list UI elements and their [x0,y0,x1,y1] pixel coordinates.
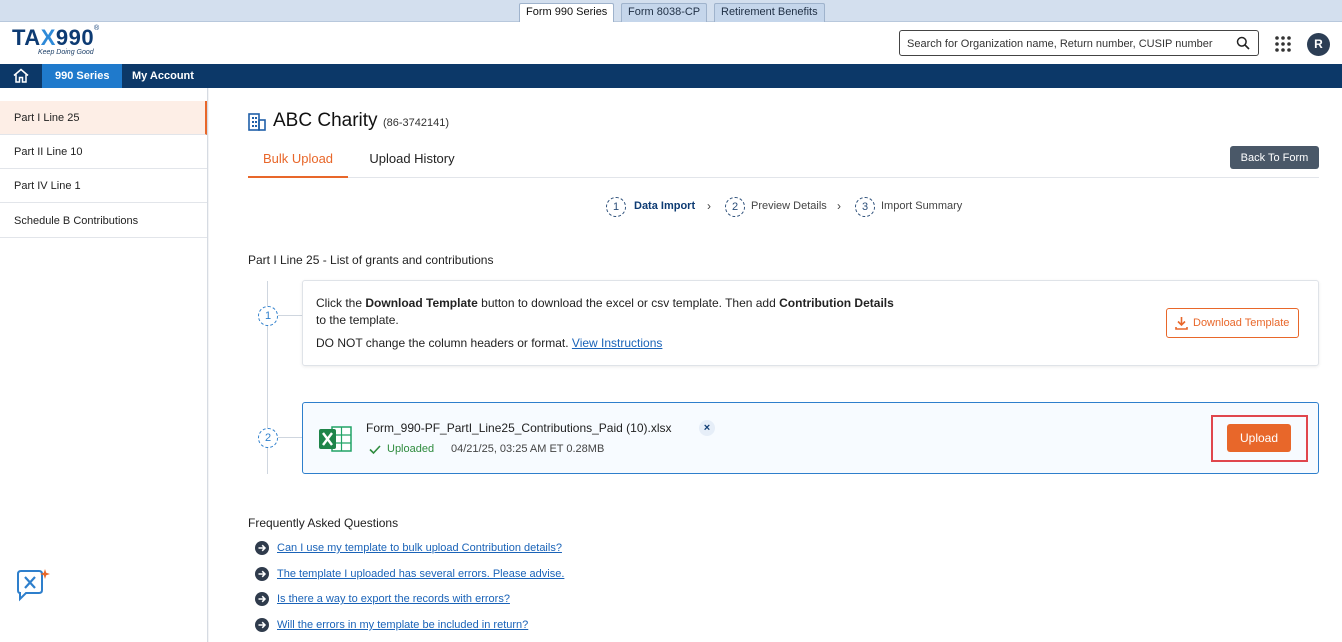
product-tab-retirement-benefits[interactable]: Retirement Benefits [714,3,825,22]
search-icon[interactable] [1236,36,1250,50]
download-template-card: Click the Download Template button to do… [302,280,1319,366]
logo-tagline: Keep Doing Good [38,49,94,56]
timeline-step-1: 1 [258,306,278,326]
product-tab-strip: Form 990 Series Form 8038-CP Retirement … [0,0,1342,22]
view-instructions-link[interactable]: View Instructions [572,336,663,350]
timeline-step-2: 2 [258,428,278,448]
download-instructions: Click the Download Template button to do… [316,296,894,327]
uploaded-file-card: Form_990-PF_PartI_Line25_Contributions_P… [302,402,1319,474]
faq-question-link[interactable]: Will the errors in my template be includ… [277,619,528,631]
step-label-import-summary: Import Summary [881,200,963,212]
apps-grid-icon[interactable] [1274,35,1292,53]
logo[interactable]: TAX990 ® Keep Doing Good [12,25,99,56]
product-tab-form-8038cp[interactable]: Form 8038-CP [621,3,708,22]
nav-home[interactable] [0,64,42,88]
product-tab-form-990[interactable]: Form 990 Series [519,3,615,22]
upload-status-label: Uploaded [387,443,435,455]
chevron-right-icon: › [707,199,711,213]
chevron-right-icon: › [837,199,841,213]
tab-upload-history[interactable]: Upload History [359,146,465,178]
sidebar-item-part1-line25[interactable]: Part I Line 25 [0,101,207,135]
arrow-right-circle-icon [255,592,269,606]
home-icon [13,68,29,83]
search-input[interactable] [907,35,1227,52]
org-name: ABC Charity [273,110,378,131]
sidebar-item-schedule-b[interactable]: Schedule B Contributions [0,204,207,238]
format-warning: DO NOT change the column headers or form… [316,336,663,350]
search-box [899,30,1259,56]
file-meta: 04/21/25, 03:25 AM ET 0.28MB [451,443,605,455]
section-title: Part I Line 25 - List of grants and cont… [248,253,494,267]
step-number-2: 2 [725,197,745,217]
uploaded-filename: Form_990-PF_PartI_Line25_Contributions_P… [366,421,672,435]
check-icon [369,445,381,455]
tab-bulk-upload[interactable]: Bulk Upload [248,146,348,178]
chat-assistant-icon[interactable] [14,568,50,602]
org-ein: (86-3742141) [383,117,450,129]
building-icon [248,113,266,131]
download-template-label: Download Template [1193,317,1290,329]
arrow-right-circle-icon [255,567,269,581]
faq-question-link[interactable]: Can I use my template to bulk upload Con… [277,542,562,554]
logo-wordmark: TAX990 [12,25,95,50]
main-nav: 990 Series My Account [0,64,1342,88]
nav-my-account[interactable]: My Account [119,64,207,88]
step-label-data-import: Data Import [634,200,696,212]
back-to-form-button[interactable]: Back To Form [1230,146,1319,169]
remove-file-icon[interactable]: × [699,420,715,436]
nav-990-series[interactable]: 990 Series [42,64,123,88]
main-content: ABC Charity (86-3742141) Bulk Upload Upl… [209,88,1342,642]
step-number-1: 1 [606,197,626,217]
sidebar-item-part4-line1[interactable]: Part IV Line 1 [0,169,207,203]
arrow-right-circle-icon [255,541,269,555]
app-header: TAX990 ® Keep Doing Good R [0,22,1342,64]
import-stepper: 1 Data Import › 2 Preview Details › 3 Im… [606,197,1006,217]
step-label-preview-details: Preview Details [751,200,827,212]
excel-file-icon [319,426,352,452]
sidebar: Part I Line 25 Part II Line 10 Part IV L… [0,88,208,642]
download-template-button[interactable]: Download Template [1166,308,1299,338]
arrow-right-circle-icon [255,618,269,632]
step-number-3: 3 [855,197,875,217]
tab-bar: Bulk Upload Upload History [248,146,1319,178]
faq-question-link[interactable]: The template I uploaded has several erro… [277,568,564,580]
faq-question-link[interactable]: Is there a way to export the records wit… [277,593,510,605]
faq-title: Frequently Asked Questions [248,516,399,530]
logo-registered-mark: ® [94,25,100,32]
upload-button[interactable]: Upload [1227,424,1291,452]
user-avatar[interactable]: R [1307,33,1330,56]
sidebar-item-part2-line10[interactable]: Part II Line 10 [0,135,207,169]
download-icon [1175,317,1188,330]
